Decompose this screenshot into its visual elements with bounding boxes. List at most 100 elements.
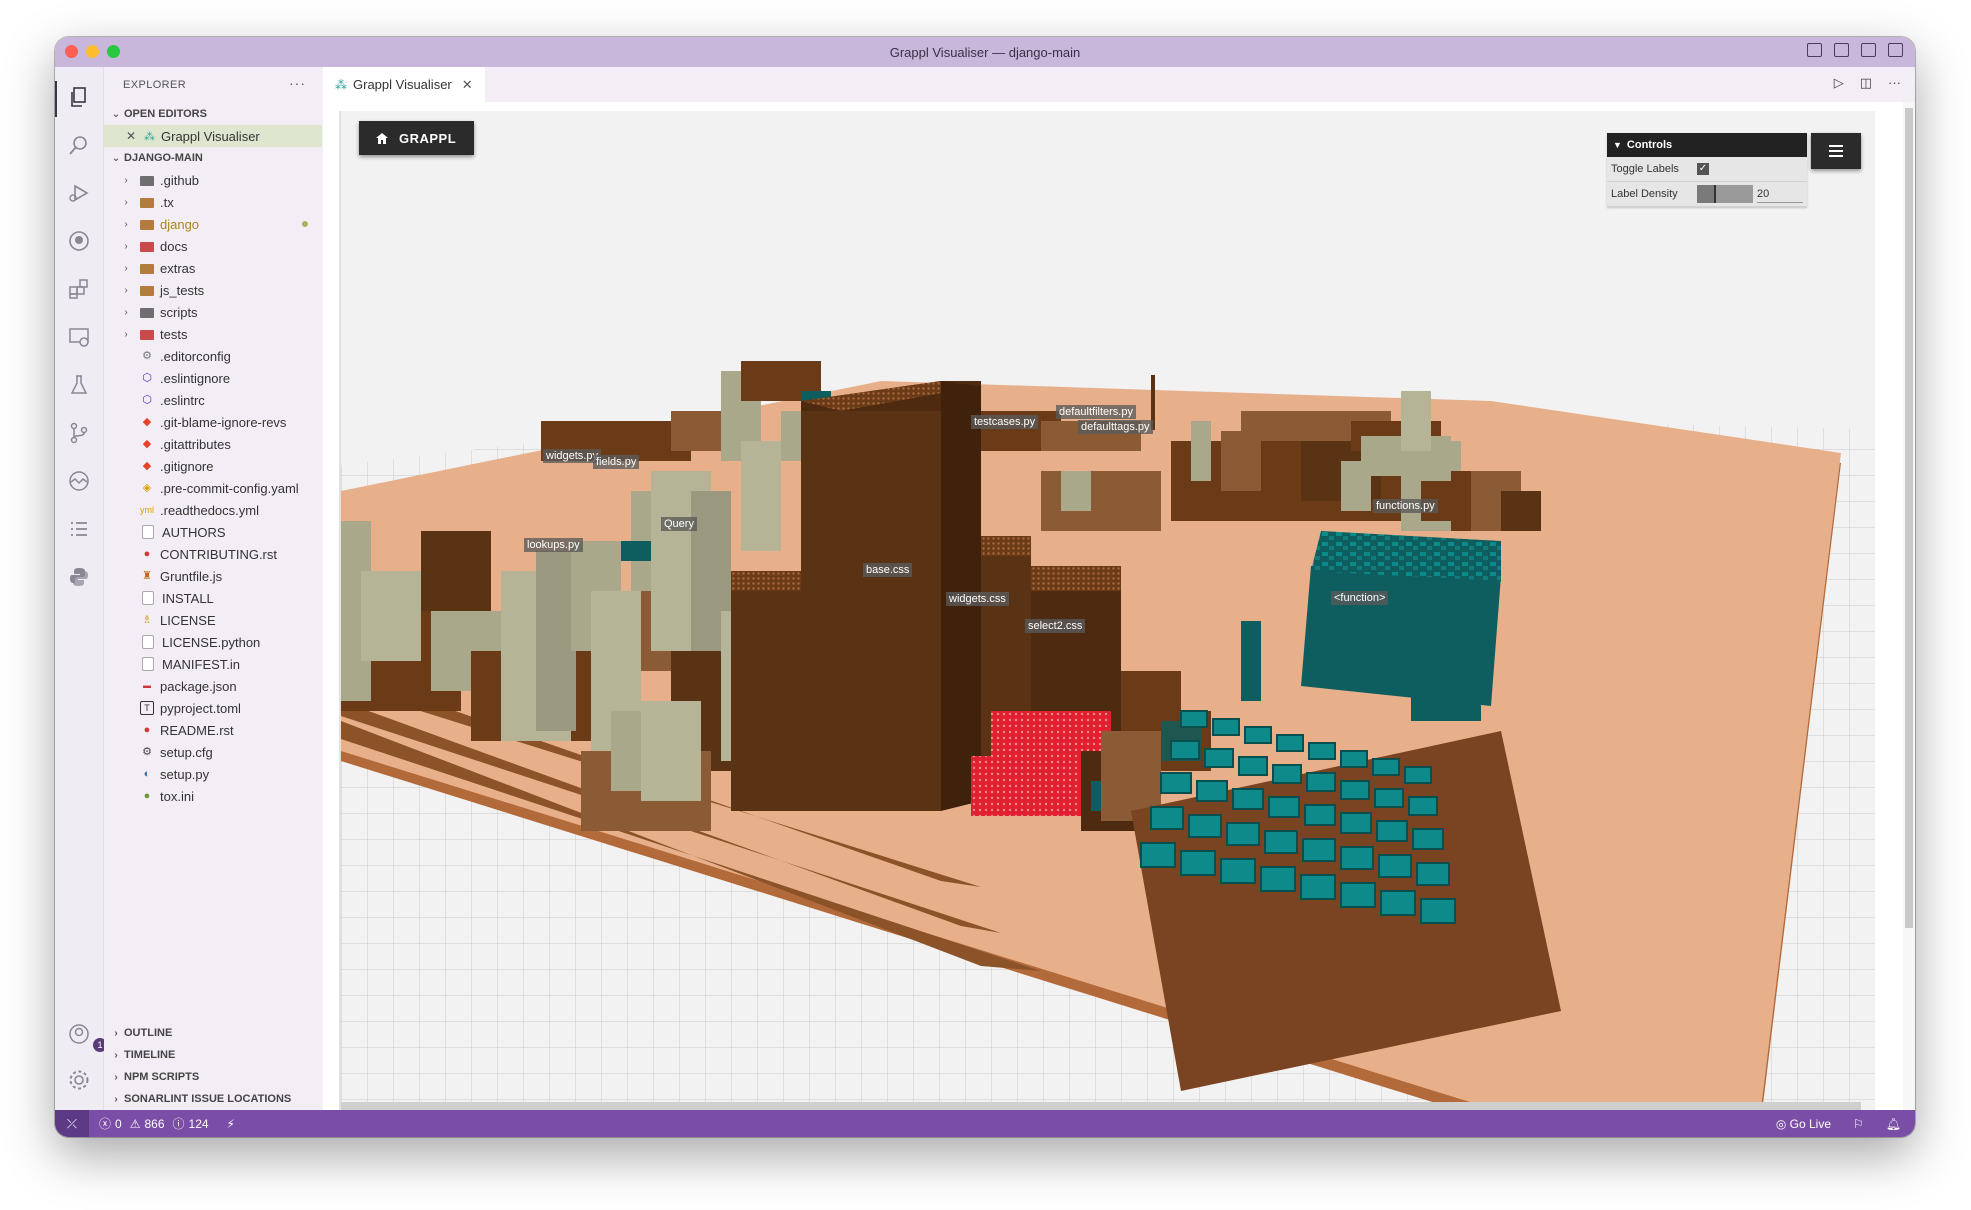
tree-file[interactable]: ◐ setup.py: [104, 763, 322, 785]
label-testcases-py[interactable]: testcases.py: [971, 415, 1039, 429]
label-base-css[interactable]: base.css: [863, 563, 913, 577]
label-fields-py[interactable]: fields.py: [593, 455, 640, 469]
tree-file[interactable]: ● CONTRIBUTING.rst: [104, 543, 322, 565]
run-icon[interactable]: ▷: [1834, 75, 1844, 91]
toggle-secondary-sidebar-icon[interactable]: [1861, 43, 1876, 57]
label-select2-css[interactable]: select2.css: [1025, 619, 1086, 633]
label-density-slider[interactable]: [1697, 185, 1753, 203]
tree-file[interactable]: ⬡ .eslintignore: [104, 367, 322, 389]
tree-file[interactable]: ◆ .gitattributes: [104, 433, 322, 455]
controls-header[interactable]: ▼ Controls: [1607, 133, 1807, 157]
tree-file[interactable]: AUTHORS: [104, 521, 322, 543]
horizontal-scrollbar[interactable]: [341, 1102, 1861, 1110]
tree-file[interactable]: ⬡ .eslintrc: [104, 389, 322, 411]
settings-gear-icon[interactable]: [67, 1068, 91, 1092]
grappl-home-button[interactable]: GRAPPL: [359, 121, 475, 155]
tree-folder-docs[interactable]: › docs: [104, 235, 322, 257]
tree-file[interactable]: yml .readthedocs.yml: [104, 499, 322, 521]
go-live-button[interactable]: ◎ Go Live: [1776, 1117, 1831, 1131]
open-editor-label: Grappl Visualiser: [161, 128, 260, 144]
tree-folder-js-tests[interactable]: › js_tests: [104, 279, 322, 301]
tree-file[interactable]: ♗ LICENSE: [104, 609, 322, 631]
menu-button[interactable]: [1811, 133, 1861, 169]
tree-file[interactable]: ⚙ setup.cfg: [104, 741, 322, 763]
eslint-icon: ⬡: [142, 394, 152, 406]
tree-file[interactable]: ● README.rst: [104, 719, 322, 741]
label-widgets-css[interactable]: widgets.css: [946, 592, 1009, 606]
open-editors-section[interactable]: ⌄ OPEN EDITORS: [104, 103, 322, 125]
chevron-right-icon: ›: [124, 306, 128, 318]
slider-handle[interactable]: [1713, 185, 1716, 203]
run-debug-icon[interactable]: [67, 181, 91, 205]
feedback-icon[interactable]: ⚐: [1853, 1117, 1864, 1131]
tree-file[interactable]: ● tox.ini: [104, 785, 322, 807]
outline-section[interactable]: › OUTLINE: [104, 1022, 322, 1044]
label-density-input[interactable]: 20: [1757, 186, 1803, 203]
label-lookups-py[interactable]: lookups.py: [524, 538, 583, 552]
timeline-icon[interactable]: [67, 469, 91, 493]
more-actions-icon[interactable]: ···: [1888, 75, 1901, 91]
list-icon[interactable]: [67, 517, 91, 541]
testing-icon[interactable]: [67, 373, 91, 397]
tree-file[interactable]: ◈ .pre-commit-config.yaml: [104, 477, 322, 499]
bell-icon[interactable]: 🔔︎: [1886, 1117, 1901, 1131]
close-tab-icon[interactable]: ✕: [462, 77, 473, 93]
tree-file[interactable]: LICENSE.python: [104, 631, 322, 653]
tree-file[interactable]: MANIFEST.in: [104, 653, 322, 675]
tree-file[interactable]: ◆ .gitignore: [104, 455, 322, 477]
label-function[interactable]: <function>: [1331, 591, 1389, 605]
tree-file[interactable]: ▬ package.json: [104, 675, 322, 697]
split-editor-icon[interactable]: ◫: [1860, 75, 1872, 91]
tree-file[interactable]: ◆ .git-blame-ignore-revs: [104, 411, 322, 433]
problems-status[interactable]: ⓧ 0 ⚠ 866 ⓘ 124: [99, 1115, 209, 1132]
tree-folder-django[interactable]: › django: [104, 213, 322, 235]
tree-folder-scripts[interactable]: › scripts: [104, 301, 322, 323]
close-editor-icon[interactable]: ✕: [126, 129, 142, 143]
python-icon[interactable]: [67, 565, 91, 589]
label-density-row: Label Density 20: [1607, 182, 1807, 207]
toggle-sidebar-icon[interactable]: [1807, 43, 1822, 57]
label-defaulttags-py[interactable]: defaulttags.py: [1078, 420, 1153, 434]
tree-folder-tests[interactable]: › tests: [104, 323, 322, 345]
scrollbar-thumb[interactable]: [1905, 108, 1913, 928]
tab-grappl-visualiser[interactable]: ⁂ Grappl Visualiser ✕: [323, 67, 485, 102]
tree-item-label: AUTHORS: [162, 524, 226, 540]
maximize-window-button[interactable]: [107, 45, 120, 58]
account-icon[interactable]: 1: [67, 1022, 107, 1052]
tree-folder-tx[interactable]: › .tx: [104, 191, 322, 213]
extensions-icon[interactable]: [67, 277, 91, 301]
explorer-icon[interactable]: [67, 85, 91, 109]
minimize-window-button[interactable]: [86, 45, 99, 58]
customize-layout-icon[interactable]: [1888, 43, 1903, 57]
remote-explorer-icon[interactable]: [67, 325, 91, 349]
search-icon[interactable]: [67, 133, 91, 157]
tree-file[interactable]: ♜ Gruntfile.js: [104, 565, 322, 587]
vertical-scrollbar[interactable]: [1903, 102, 1915, 1110]
more-actions-icon[interactable]: ···: [289, 75, 306, 91]
close-window-button[interactable]: [65, 45, 78, 58]
editor-area: ⁂ Grappl Visualiser ✕ ▷ ◫ ··· widgets.py…: [323, 67, 1915, 1110]
toggle-panel-icon[interactable]: [1834, 43, 1849, 57]
github-icon[interactable]: [67, 229, 91, 253]
folder-icon: [140, 286, 154, 296]
toggle-labels-checkbox[interactable]: ✓: [1697, 163, 1709, 175]
label-query[interactable]: Query: [661, 517, 697, 531]
tree-folder-extras[interactable]: › extras: [104, 257, 322, 279]
label-defaultfilters-py[interactable]: defaultfilters.py: [1056, 405, 1136, 419]
tree-folder-github[interactable]: › .github: [104, 169, 322, 191]
tree-file[interactable]: INSTALL: [104, 587, 322, 609]
source-control-icon[interactable]: [67, 421, 91, 445]
tree-file[interactable]: Tpyproject.toml: [104, 697, 322, 719]
timeline-section[interactable]: › TIMELINE: [104, 1044, 322, 1066]
tree-item-label: README.rst: [160, 722, 234, 738]
npm-scripts-section[interactable]: › NPM SCRIPTS: [104, 1066, 322, 1088]
project-section[interactable]: ⌄ DJANGO-MAIN: [104, 147, 322, 169]
open-editor-item[interactable]: ✕ ⁂ Grappl Visualiser: [104, 125, 322, 147]
tree-file[interactable]: ⚙ .editorconfig: [104, 345, 322, 367]
code-city-scene[interactable]: [341, 111, 1875, 1105]
sonarlint-section[interactable]: › SONARLINT ISSUE LOCATIONS: [104, 1088, 322, 1110]
label-functions-py[interactable]: functions.py: [1373, 499, 1438, 513]
sonarlint-icon[interactable]: ⚡: [227, 1117, 235, 1131]
grappl-visualiser-canvas[interactable]: widgets.py fields.py Query lookups.py te…: [339, 111, 1875, 1110]
remote-indicator-icon[interactable]: ⤫: [55, 1110, 89, 1137]
